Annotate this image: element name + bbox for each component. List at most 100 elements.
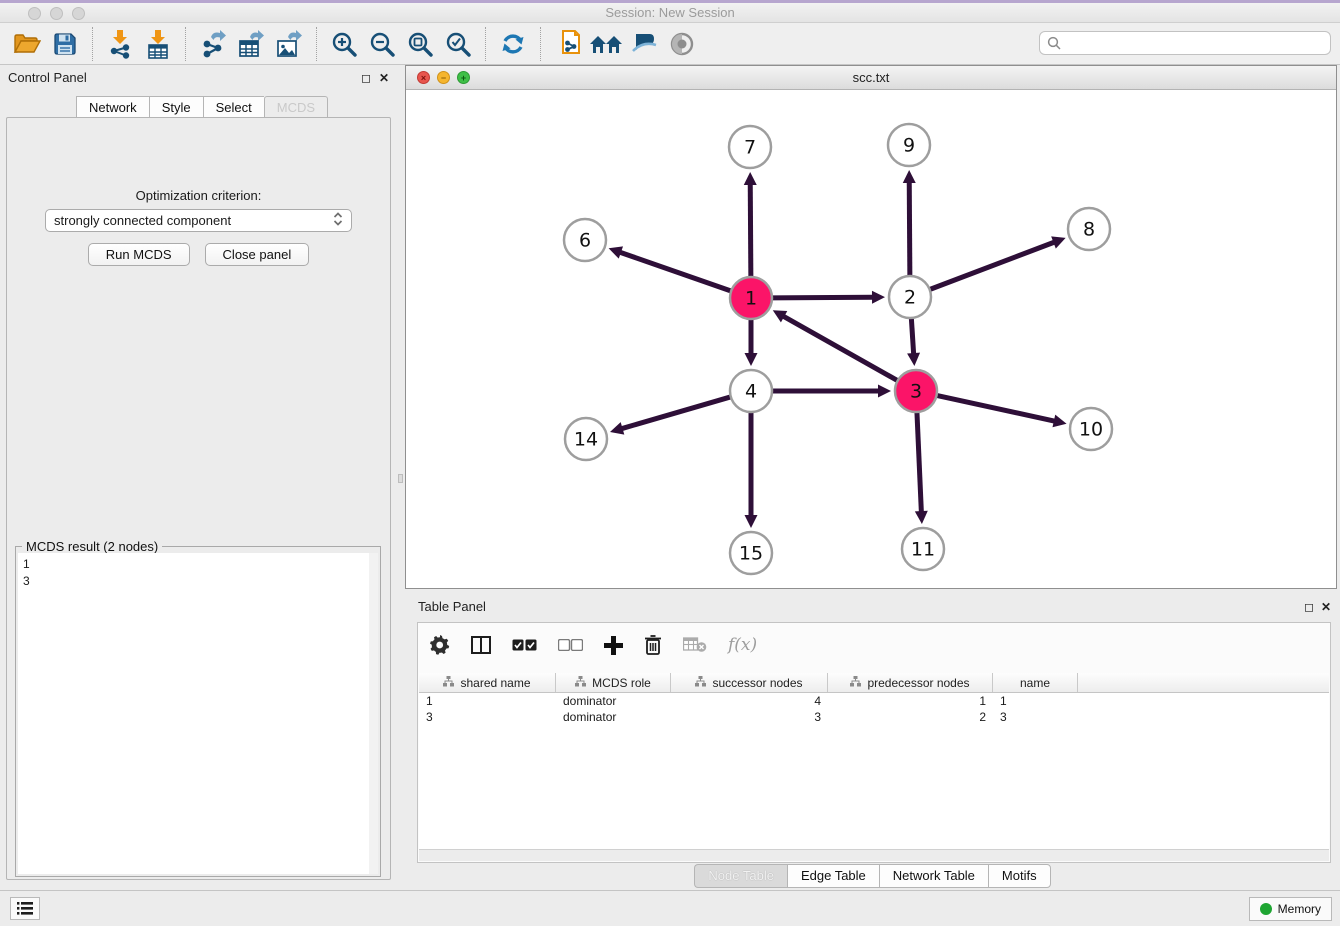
mcds-result-item: 3 [23, 573, 373, 590]
edge-3-11[interactable] [917, 411, 921, 512]
open-folder-icon[interactable] [8, 27, 46, 61]
tab-network-table[interactable]: Network Table [879, 864, 988, 888]
delete-table-icon[interactable] [683, 637, 707, 653]
column-header-name[interactable]: name [993, 673, 1078, 692]
column-header-shared-name[interactable]: shared name [419, 673, 556, 692]
close-table-panel-icon[interactable]: ✕ [1321, 600, 1331, 614]
export-network-icon[interactable] [194, 27, 232, 61]
node-label-14: 14 [574, 429, 598, 451]
column-label: predecessor nodes [867, 676, 969, 690]
duplicate-network-icon[interactable] [549, 27, 587, 61]
export-table-icon[interactable] [232, 27, 270, 61]
column-header-successor-nodes[interactable]: successor nodes [671, 673, 828, 692]
refresh-icon[interactable] [494, 27, 532, 61]
edge-1-6[interactable] [620, 252, 732, 291]
table-cell[interactable]: dominator [556, 709, 671, 725]
column-header-MCDS-role[interactable]: MCDS role [556, 673, 671, 692]
import-table-icon[interactable] [139, 27, 177, 61]
table-cell[interactable]: 2 [828, 709, 993, 725]
search-input[interactable] [1039, 31, 1331, 55]
sort-hierarchy-icon [850, 676, 861, 690]
network-graph[interactable]: 7968124314101511 [406, 90, 1336, 589]
toolbar-separator [485, 27, 486, 61]
table-cell[interactable]: 4 [671, 693, 828, 709]
gear-icon[interactable] [430, 635, 450, 655]
edge-arrowhead [745, 353, 758, 366]
criterion-select[interactable]: strongly connected component [45, 209, 352, 232]
float-table-panel-icon[interactable]: ◻ [1304, 600, 1314, 614]
edge-arrowhead [1052, 415, 1066, 428]
table-cell[interactable]: 1 [828, 693, 993, 709]
tab-edge-table[interactable]: Edge Table [787, 864, 879, 888]
table-panel: Table Panel ◻ ✕ f(x) [405, 595, 1340, 890]
eye-icon[interactable] [663, 27, 701, 61]
edge-1-2[interactable] [771, 297, 873, 298]
table-cell[interactable]: 3 [671, 709, 828, 725]
edge-2-9[interactable] [909, 182, 910, 277]
node-label-7: 7 [744, 137, 756, 159]
zoom-fit-icon[interactable] [401, 27, 439, 61]
node-label-1: 1 [745, 288, 757, 310]
node-label-11: 11 [911, 539, 935, 561]
mcds-result-group: MCDS result (2 nodes) 13 [15, 546, 381, 877]
table-cell[interactable]: 3 [419, 709, 556, 725]
table-cell[interactable]: 1 [419, 693, 556, 709]
hide-labels-icon[interactable] [625, 27, 663, 61]
node-label-10: 10 [1079, 419, 1103, 441]
save-icon[interactable] [46, 27, 84, 61]
edge-4-14[interactable] [622, 397, 732, 429]
column-header-filler [1078, 673, 1329, 692]
edge-arrowhead [744, 172, 757, 185]
search-field[interactable] [1066, 35, 1330, 51]
mcds-result-list[interactable]: 13 [18, 553, 378, 874]
edge-arrowhead [745, 515, 758, 528]
split-columns-icon[interactable] [471, 636, 491, 654]
table-cell[interactable]: 1 [993, 693, 1078, 709]
close-panel-icon[interactable]: ✕ [379, 71, 389, 85]
home-network-icon[interactable] [587, 27, 625, 61]
network-canvas[interactable]: 7968124314101511 [406, 90, 1336, 588]
table-toolbar: f(x) [418, 623, 1330, 667]
task-history-button[interactable] [10, 897, 40, 920]
optimization-criterion-label: Optimization criterion: [7, 188, 390, 203]
select-stepper-icon [333, 211, 343, 230]
tab-node-table[interactable]: Node Table [694, 864, 787, 888]
panel-splitter[interactable] [398, 66, 403, 890]
function-icon[interactable]: f(x) [728, 635, 757, 655]
add-icon[interactable] [604, 636, 623, 655]
table-hscroll-track[interactable] [419, 849, 1329, 861]
column-label: shared name [460, 676, 530, 690]
sort-hierarchy-icon [695, 676, 706, 690]
edge-3-10[interactable] [936, 395, 1055, 421]
memory-button[interactable]: Memory [1249, 897, 1332, 921]
run-mcds-button[interactable]: Run MCDS [88, 243, 190, 266]
select-all-icon[interactable] [512, 639, 537, 651]
result-scrollbar[interactable] [369, 553, 378, 874]
edge-2-3[interactable] [911, 317, 913, 354]
import-network-icon[interactable] [101, 27, 139, 61]
zoom-out-icon[interactable] [363, 27, 401, 61]
zoom-selected-icon[interactable] [439, 27, 477, 61]
column-header-predecessor-nodes[interactable]: predecessor nodes [828, 673, 993, 692]
table-row[interactable]: 3dominator323 [419, 709, 1329, 725]
close-panel-button[interactable]: Close panel [205, 243, 310, 266]
memory-status-icon [1260, 903, 1272, 915]
tab-motifs[interactable]: Motifs [988, 864, 1051, 888]
sort-hierarchy-icon [443, 676, 454, 690]
table-row[interactable]: 1dominator411 [419, 693, 1329, 709]
main-toolbar [0, 23, 1340, 65]
edge-3-1[interactable] [783, 316, 898, 381]
table-cell[interactable]: dominator [556, 693, 671, 709]
network-title: scc.txt [406, 70, 1336, 85]
network-window-titlebar[interactable]: × − + scc.txt [406, 66, 1336, 90]
table-cell[interactable]: 3 [993, 709, 1078, 725]
control-panel: Control Panel ◻ ✕ NetworkStyleSelectMCDS… [0, 66, 397, 890]
deselect-all-icon[interactable] [558, 639, 583, 651]
export-image-icon[interactable] [270, 27, 308, 61]
float-panel-icon[interactable]: ◻ [361, 71, 371, 85]
node-table: shared name MCDS rolesuccessor nodes prede… [419, 673, 1329, 849]
edge-1-7[interactable] [750, 184, 751, 278]
delete-icon[interactable] [644, 635, 662, 655]
zoom-in-icon[interactable] [325, 27, 363, 61]
edge-2-8[interactable] [929, 242, 1055, 290]
